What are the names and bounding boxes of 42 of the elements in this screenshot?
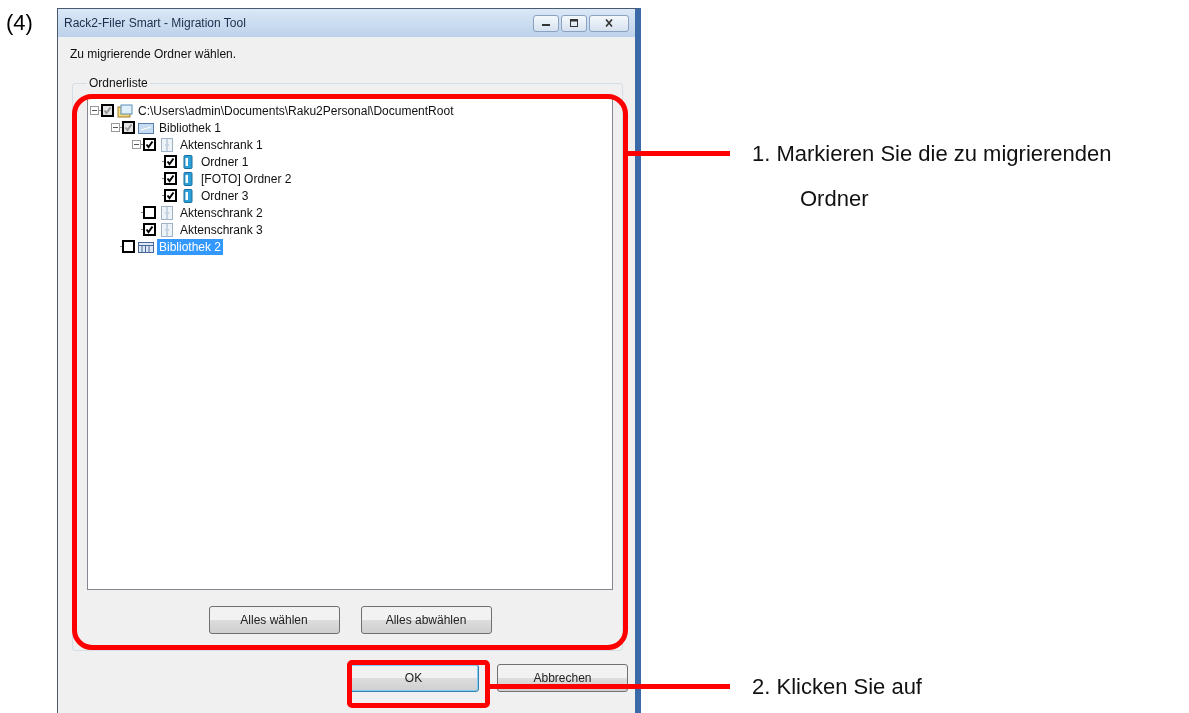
- minimize-button[interactable]: [533, 14, 559, 32]
- checkbox[interactable]: [101, 104, 114, 117]
- checkbox[interactable]: [164, 189, 177, 202]
- close-button[interactable]: [589, 14, 629, 32]
- checkbox[interactable]: [143, 206, 156, 219]
- maximize-button[interactable]: [561, 14, 587, 32]
- cabinet-icon: [159, 137, 175, 152]
- checkbox[interactable]: [122, 240, 135, 253]
- window-title: Rack2-Filer Smart - Migration Tool: [64, 16, 247, 30]
- collapse-icon[interactable]: [132, 140, 141, 149]
- tree-item[interactable]: Ordner 1: [199, 153, 251, 170]
- grid-library-icon: [138, 239, 154, 254]
- collapse-icon[interactable]: [111, 123, 120, 132]
- tree-item[interactable]: Aktenschrank 2: [178, 204, 265, 221]
- tree-item[interactable]: Ordner 3: [199, 187, 251, 204]
- checkbox[interactable]: [122, 121, 135, 134]
- callout-text: 2. Klicken Sie auf: [752, 673, 922, 701]
- checkbox[interactable]: [143, 138, 156, 151]
- checkbox[interactable]: [164, 172, 177, 185]
- group-label: Ordnerliste: [88, 76, 149, 90]
- tree-item[interactable]: C:\Users\admin\Documents\Raku2Personal\DocumentRoot: [136, 102, 456, 119]
- callout-text: 1. Markieren Sie die zu migrierenden Ordner: [752, 140, 1113, 213]
- folder-stack-icon: [117, 103, 133, 118]
- select-button[interactable]: Alles wählen: [208, 606, 340, 634]
- close-icon: [604, 19, 614, 27]
- binder-icon: [180, 154, 196, 169]
- checkbox[interactable]: [143, 223, 156, 236]
- tree-item[interactable]: Aktenschrank 3: [178, 221, 265, 238]
- binder-icon: [180, 171, 196, 186]
- select-button[interactable]: Alles abwählen: [360, 606, 492, 634]
- maximize-icon: [569, 19, 579, 27]
- library-icon: [138, 120, 154, 135]
- tree-item[interactable]: [FOTO] Ordner 2: [199, 170, 294, 187]
- collapse-icon[interactable]: [90, 106, 99, 115]
- checkbox[interactable]: [164, 155, 177, 168]
- step-number: (4): [6, 10, 33, 36]
- instruction-text: Zu migrierende Ordner wählen.: [70, 47, 238, 63]
- cabinet-icon: [159, 222, 175, 237]
- tree-item[interactable]: Aktenschrank 1: [178, 136, 265, 153]
- tree-item[interactable]: Bibliothek 1: [157, 119, 224, 136]
- binder-icon: [180, 188, 196, 203]
- cabinet-icon: [159, 205, 175, 220]
